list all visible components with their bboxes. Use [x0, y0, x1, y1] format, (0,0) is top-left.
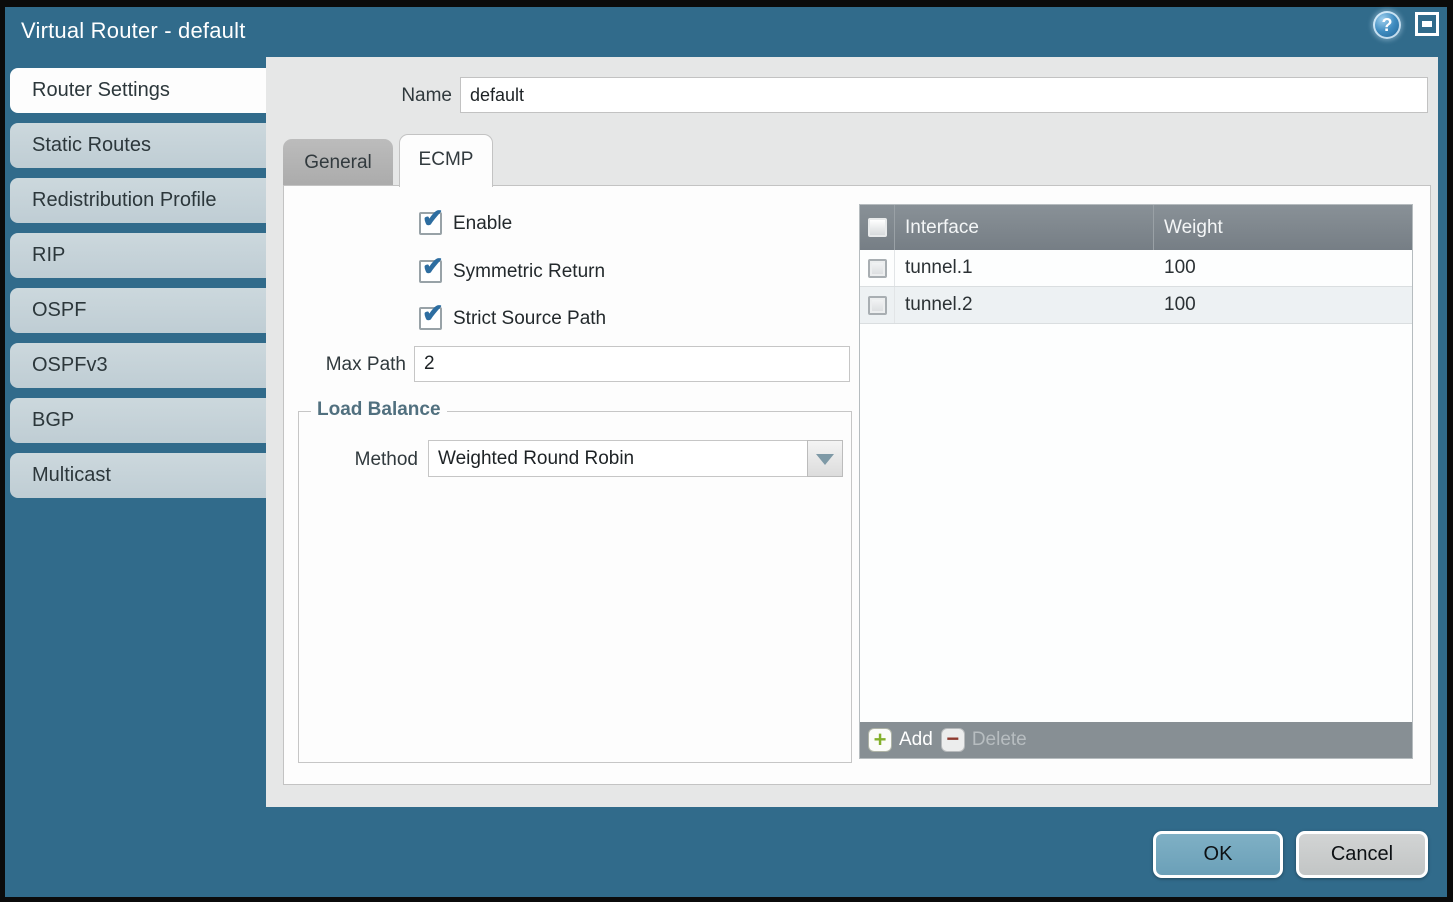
sidebar-item-bgp[interactable]: BGP — [10, 398, 266, 443]
plus-icon: + — [868, 728, 892, 752]
sidebar-item-multicast[interactable]: Multicast — [10, 453, 266, 498]
ecmp-interface-table: Interface Weight tunnel.1 100 — [859, 204, 1413, 759]
load-balance-group: Load Balance Method — [298, 411, 852, 763]
sidebar-item-label: OSPFv3 — [32, 354, 108, 376]
virtual-router-dialog: Virtual Router - default ? Router Settin… — [5, 7, 1447, 897]
cell-interface: tunnel.1 — [895, 250, 1154, 286]
max-path-input[interactable] — [414, 346, 850, 382]
checkmark-icon: ✔ — [422, 253, 444, 279]
cancel-button[interactable]: Cancel — [1296, 831, 1428, 878]
strict-source-path-label: Strict Source Path — [453, 307, 606, 331]
tab-label: General — [304, 152, 372, 173]
row-checkbox[interactable] — [868, 296, 887, 315]
sidebar-item-label: OSPF — [32, 299, 86, 321]
cell-interface: tunnel.2 — [895, 287, 1154, 323]
add-button[interactable]: + Add — [868, 728, 933, 752]
table-header: Interface Weight — [860, 205, 1412, 250]
sidebar-item-static-routes[interactable]: Static Routes — [10, 123, 266, 168]
add-button-label: Add — [899, 729, 933, 751]
symmetric-return-checkbox[interactable]: ✔ — [419, 260, 442, 283]
row-checkbox[interactable] — [868, 259, 887, 278]
tab-label: ECMP — [419, 149, 474, 170]
titlebar: Virtual Router - default ? — [5, 7, 1447, 57]
screen: Virtual Router - default ? Router Settin… — [0, 0, 1453, 902]
sidebar-item-ospfv3[interactable]: OSPFv3 — [10, 343, 266, 388]
minus-icon: − — [941, 728, 965, 752]
load-balance-legend: Load Balance — [311, 399, 447, 421]
sidebar-item-label: RIP — [32, 244, 65, 266]
sidebar-item-ospf[interactable]: OSPF — [10, 288, 266, 333]
sidebar-item-redistribution-profile[interactable]: Redistribution Profile — [10, 178, 266, 223]
select-all-cell — [860, 205, 895, 250]
sidebar-item-router-settings[interactable]: Router Settings — [10, 68, 266, 113]
name-input[interactable] — [460, 77, 1428, 113]
table-footer: + Add − Delete — [860, 722, 1412, 758]
table-row[interactable]: tunnel.1 100 — [860, 250, 1412, 287]
method-label: Method — [299, 449, 418, 471]
row-checkbox-cell — [860, 287, 895, 323]
tab-general[interactable]: General — [283, 139, 393, 186]
enable-checkbox[interactable]: ✔ — [419, 212, 442, 235]
sidebar-item-rip[interactable]: RIP — [10, 233, 266, 278]
checkmark-icon: ✔ — [422, 205, 444, 231]
method-dropdown-button[interactable] — [807, 440, 843, 477]
column-header-weight[interactable]: Weight — [1154, 205, 1412, 250]
main-content: Name General ECMP ✔ Enable ✔ — [266, 57, 1438, 807]
sidebar-item-label: Static Routes — [32, 134, 151, 156]
column-header-interface[interactable]: Interface — [895, 205, 1154, 250]
table-row[interactable]: tunnel.2 100 — [860, 287, 1412, 324]
sidebar-item-label: Redistribution Profile — [32, 189, 217, 211]
window-restore-icon[interactable] — [1415, 12, 1439, 36]
help-icon[interactable]: ? — [1373, 11, 1401, 39]
symmetric-return-label: Symmetric Return — [453, 260, 605, 284]
checkmark-icon: ✔ — [422, 300, 444, 326]
name-label: Name — [266, 85, 452, 107]
sidebar-item-label: BGP — [32, 409, 74, 431]
tab-ecmp[interactable]: ECMP — [399, 134, 493, 187]
ecmp-panel: ✔ Enable ✔ Symmetric Return ✔ Strict Sou… — [283, 185, 1431, 785]
dialog-title: Virtual Router - default — [21, 18, 246, 44]
strict-source-path-checkbox[interactable]: ✔ — [419, 307, 442, 330]
cell-weight: 100 — [1154, 250, 1412, 286]
table-empty-area — [860, 324, 1412, 722]
enable-label: Enable — [453, 212, 512, 236]
method-dropdown-value[interactable] — [428, 440, 807, 477]
sidebar-item-label: Router Settings — [32, 79, 170, 101]
delete-button-label: Delete — [972, 729, 1027, 751]
select-all-checkbox[interactable] — [868, 218, 887, 237]
max-path-label: Max Path — [284, 354, 406, 376]
row-checkbox-cell — [860, 250, 895, 286]
sidebar-item-label: Multicast — [32, 464, 111, 486]
chevron-down-icon — [816, 454, 834, 465]
cell-weight: 100 — [1154, 287, 1412, 323]
delete-button[interactable]: − Delete — [941, 728, 1027, 752]
ok-button[interactable]: OK — [1153, 831, 1283, 878]
